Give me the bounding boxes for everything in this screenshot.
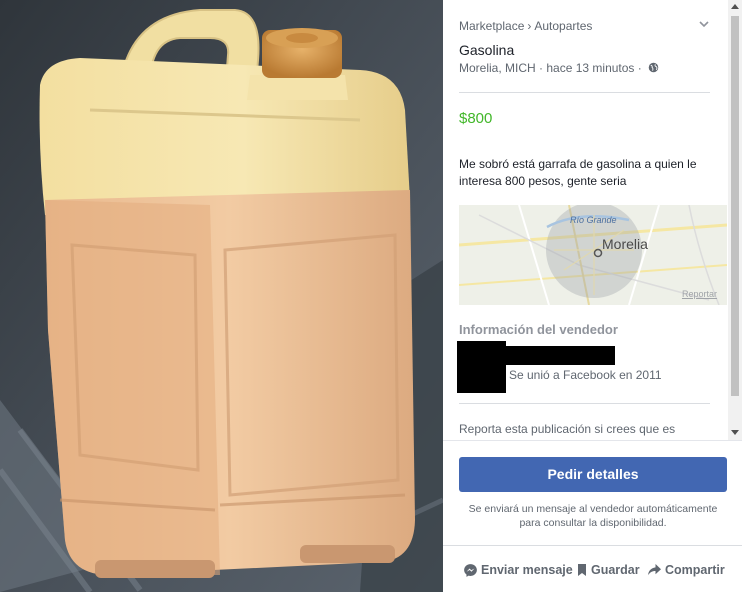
seller-info-heading: Información del vendedor bbox=[459, 322, 618, 337]
send-message-label: Enviar mensaje bbox=[481, 563, 573, 577]
send-message-button[interactable]: Enviar mensaje bbox=[463, 560, 573, 580]
messenger-icon bbox=[464, 563, 477, 577]
chevron-down-icon[interactable] bbox=[697, 18, 711, 30]
listing-time: hace 13 minutos bbox=[546, 61, 635, 75]
breadcrumb: Marketplace › Autopartes bbox=[459, 19, 592, 33]
map-report-link[interactable]: Reportar bbox=[682, 289, 717, 299]
listing-meta: Morelia, MICH · hace 13 minutos · bbox=[459, 61, 659, 75]
listing-price: $800 bbox=[459, 110, 493, 127]
share-label: Compartir bbox=[665, 563, 725, 577]
bookmark-icon bbox=[578, 564, 586, 576]
breadcrumb-autopartes[interactable]: Autopartes bbox=[534, 19, 592, 33]
scroll-down-arrow-icon[interactable] bbox=[731, 430, 739, 435]
request-details-button[interactable]: Pedir detalles bbox=[459, 457, 727, 492]
breadcrumb-separator: › bbox=[527, 19, 532, 33]
seller-name-redacted[interactable] bbox=[503, 346, 615, 365]
scrollbar[interactable] bbox=[728, 0, 742, 440]
request-note: Se enviará un mensaje al vendedor automá… bbox=[468, 503, 718, 529]
save-label: Guardar bbox=[591, 563, 640, 577]
breadcrumb-marketplace[interactable]: Marketplace bbox=[459, 19, 524, 33]
seller-joined: Se unió a Facebook en 2011 bbox=[509, 368, 662, 382]
listing-description: Me sobró está garrafa de gasolina a quie… bbox=[459, 157, 697, 188]
map-city-label: Morelia bbox=[602, 236, 648, 252]
map-river-label: Río Grande bbox=[570, 215, 617, 225]
divider bbox=[443, 545, 742, 546]
listing-title: Gasolina bbox=[459, 42, 515, 58]
seller-avatar-redacted[interactable] bbox=[457, 341, 506, 393]
meta-dot: · bbox=[637, 61, 646, 75]
divider bbox=[459, 92, 710, 93]
share-arrow-icon bbox=[648, 564, 661, 576]
share-button[interactable]: Compartir bbox=[647, 560, 725, 580]
details-scroll-area[interactable]: Marketplace › Autopartes Gasolina Morelia,… bbox=[443, 0, 742, 440]
listing-photo[interactable] bbox=[0, 0, 443, 592]
globe-icon bbox=[648, 62, 659, 73]
report-prompt[interactable]: Reporta esta publicación si crees que es bbox=[459, 422, 675, 436]
save-button[interactable]: Guardar bbox=[576, 560, 640, 580]
listing-details-panel: Marketplace › Autopartes Gasolina Morelia,… bbox=[443, 0, 742, 592]
divider bbox=[443, 440, 742, 441]
jerrycan-image bbox=[0, 0, 443, 592]
scrollbar-thumb[interactable] bbox=[731, 16, 739, 396]
divider bbox=[459, 403, 710, 404]
location-map[interactable]: Río Grande Morelia Reportar bbox=[458, 202, 728, 306]
scroll-up-arrow-icon[interactable] bbox=[731, 4, 739, 9]
listing-location[interactable]: Morelia, MICH bbox=[459, 61, 536, 75]
action-bar: Enviar mensaje Guardar Compartir bbox=[443, 560, 742, 580]
